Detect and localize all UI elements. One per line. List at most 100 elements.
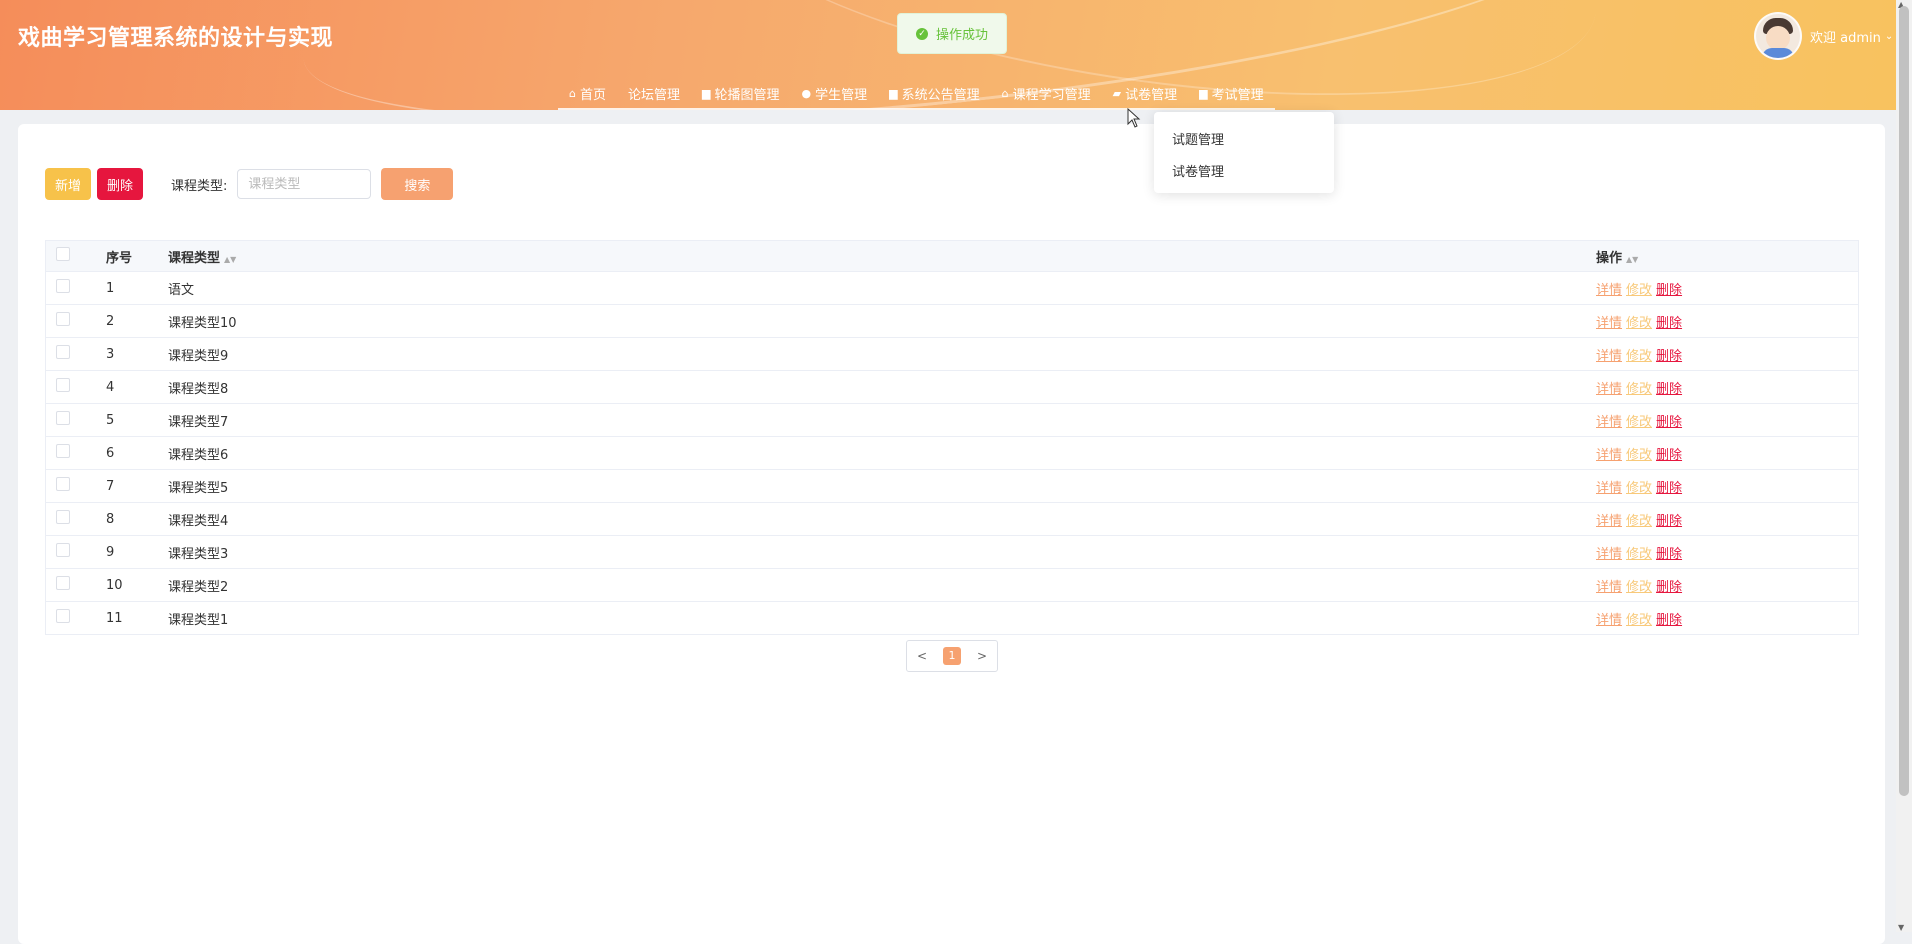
row-no: 10 [106, 577, 123, 593]
nav-item-exams[interactable]: ▆ 考试管理 [1188, 78, 1274, 108]
row-checkbox[interactable] [56, 312, 70, 326]
row-checkbox[interactable] [56, 609, 70, 623]
row-no: 9 [106, 544, 115, 560]
course-type-table: 序号 课程类型 ▲▼ 操作 ▲▼ 1 语文 详情 修改 删除 2 课程类型10 详情 修改 删除 3 课程… [45, 240, 1859, 635]
chevron-down-icon[interactable]: ⌄ [1885, 31, 1893, 42]
edit-link[interactable]: 修改 [1626, 382, 1652, 397]
sort-icon[interactable]: ▲▼ [1626, 255, 1638, 264]
edit-link[interactable]: 修改 [1626, 613, 1652, 628]
edit-link[interactable]: 修改 [1626, 547, 1652, 562]
scroll-thumb[interactable] [1899, 6, 1909, 796]
dropdown-item-questions[interactable]: 试题管理 [1154, 125, 1334, 157]
row-checkbox[interactable] [56, 279, 70, 293]
next-page-button[interactable]: > [967, 649, 997, 663]
edit-link[interactable]: 修改 [1626, 481, 1652, 496]
detail-link[interactable]: 详情 [1596, 415, 1622, 430]
add-button[interactable]: 新增 [45, 168, 92, 200]
nav-item-carousel[interactable]: ▆ 轮播图管理 [691, 78, 790, 108]
table-row: 10 课程类型2 详情 修改 删除 [46, 569, 1858, 602]
edit-link[interactable]: 修改 [1626, 580, 1652, 595]
detail-link[interactable]: 详情 [1596, 283, 1622, 298]
row-no: 3 [106, 346, 115, 362]
scroll-down-icon[interactable]: ▼ [1898, 923, 1904, 932]
detail-link[interactable]: 详情 [1596, 316, 1622, 331]
detail-link[interactable]: 详情 [1596, 349, 1622, 364]
dropdown-item-papers[interactable]: 试卷管理 [1154, 157, 1334, 189]
nav-label: 学生管理 [815, 87, 868, 103]
nav-item-forum[interactable]: 论坛管理 [617, 78, 691, 108]
nav-item-notices[interactable]: ▆ 系统公告管理 [878, 78, 990, 108]
table-row: 11 课程类型1 详情 修改 删除 [46, 602, 1858, 634]
batch-delete-button[interactable]: 删除 [97, 168, 144, 200]
delete-link[interactable]: 删除 [1656, 481, 1682, 496]
nav-item-home[interactable]: ⌂ 首页 [558, 78, 617, 108]
delete-link[interactable]: 删除 [1656, 580, 1682, 595]
delete-link[interactable]: 删除 [1656, 316, 1682, 331]
nav-item-course-study[interactable]: ⌂ 课程学习管理 [991, 78, 1102, 108]
row-no: 1 [106, 280, 115, 296]
row-checkbox[interactable] [56, 378, 70, 392]
delete-link[interactable]: 删除 [1656, 547, 1682, 562]
delete-link[interactable]: 删除 [1656, 613, 1682, 628]
detail-link[interactable]: 详情 [1596, 580, 1622, 595]
row-course-type: 语文 [168, 282, 195, 298]
nav-item-students[interactable]: ● 学生管理 [791, 78, 879, 108]
detail-link[interactable]: 详情 [1596, 514, 1622, 529]
nav-label: 试卷管理 [1125, 87, 1178, 103]
course-type-search-input[interactable] [237, 169, 372, 199]
app-title: 戏曲学习管理系统的设计与实现 [18, 26, 334, 51]
detail-link[interactable]: 详情 [1596, 613, 1622, 628]
delete-link[interactable]: 删除 [1656, 514, 1682, 529]
edit-link[interactable]: 修改 [1626, 415, 1652, 430]
table-row: 8 课程类型4 详情 修改 删除 [46, 503, 1858, 536]
edit-link[interactable]: 修改 [1626, 514, 1652, 529]
row-checkbox[interactable] [56, 543, 70, 557]
detail-link[interactable]: 详情 [1596, 547, 1622, 562]
row-actions: 详情 修改 删除 [1596, 378, 1858, 397]
table-row: 7 课程类型5 详情 修改 删除 [46, 470, 1858, 503]
delete-link[interactable]: 删除 [1656, 415, 1682, 430]
avatar[interactable] [1754, 12, 1802, 60]
row-checkbox[interactable] [56, 345, 70, 359]
delete-link[interactable]: 删除 [1656, 382, 1682, 397]
delete-link[interactable]: 删除 [1656, 448, 1682, 463]
row-checkbox[interactable] [56, 576, 70, 590]
row-course-type: 课程类型10 [168, 315, 237, 331]
user-menu[interactable]: 欢迎 admin ⌄ [1754, 12, 1893, 60]
row-checkbox[interactable] [56, 477, 70, 491]
sort-icon[interactable]: ▲▼ [224, 255, 236, 264]
check-circle-icon: ✓ [915, 27, 928, 40]
column-header-type[interactable]: 课程类型 ▲▼ [168, 247, 1596, 266]
delete-link[interactable]: 删除 [1656, 283, 1682, 298]
row-course-type: 课程类型8 [168, 381, 229, 397]
detail-link[interactable]: 详情 [1596, 382, 1622, 397]
edit-link[interactable]: 修改 [1626, 448, 1652, 463]
row-course-type: 课程类型1 [168, 612, 229, 628]
row-course-type: 课程类型5 [168, 480, 229, 496]
edit-link[interactable]: 修改 [1626, 349, 1652, 364]
table-row: 3 课程类型9 详情 修改 删除 [46, 338, 1858, 371]
column-header-op[interactable]: 操作 ▲▼ [1596, 247, 1858, 266]
delete-link[interactable]: 删除 [1656, 349, 1682, 364]
row-checkbox[interactable] [56, 444, 70, 458]
row-no: 8 [106, 511, 115, 527]
select-all-checkbox[interactable] [56, 247, 70, 261]
edit-link[interactable]: 修改 [1626, 316, 1652, 331]
welcome-text[interactable]: 欢迎 admin [1810, 27, 1881, 46]
page-scrollbar[interactable]: ▲ ▼ [1896, 0, 1912, 932]
nav-item-papers[interactable]: ▰ 试卷管理 [1102, 78, 1188, 108]
row-actions: 详情 修改 删除 [1596, 411, 1858, 430]
detail-link[interactable]: 详情 [1596, 448, 1622, 463]
row-course-type: 课程类型2 [168, 579, 229, 595]
row-course-type: 课程类型7 [168, 414, 229, 430]
column-header-no: 序号 [106, 250, 133, 266]
row-no: 11 [106, 610, 123, 626]
edit-link[interactable]: 修改 [1626, 283, 1652, 298]
row-checkbox[interactable] [56, 510, 70, 524]
prev-page-button[interactable]: < [907, 649, 937, 663]
row-checkbox[interactable] [56, 411, 70, 425]
detail-link[interactable]: 详情 [1596, 481, 1622, 496]
nav-label: 轮播图管理 [714, 87, 780, 103]
search-button[interactable]: 搜索 [381, 168, 454, 200]
current-page-button[interactable]: 1 [943, 647, 961, 665]
